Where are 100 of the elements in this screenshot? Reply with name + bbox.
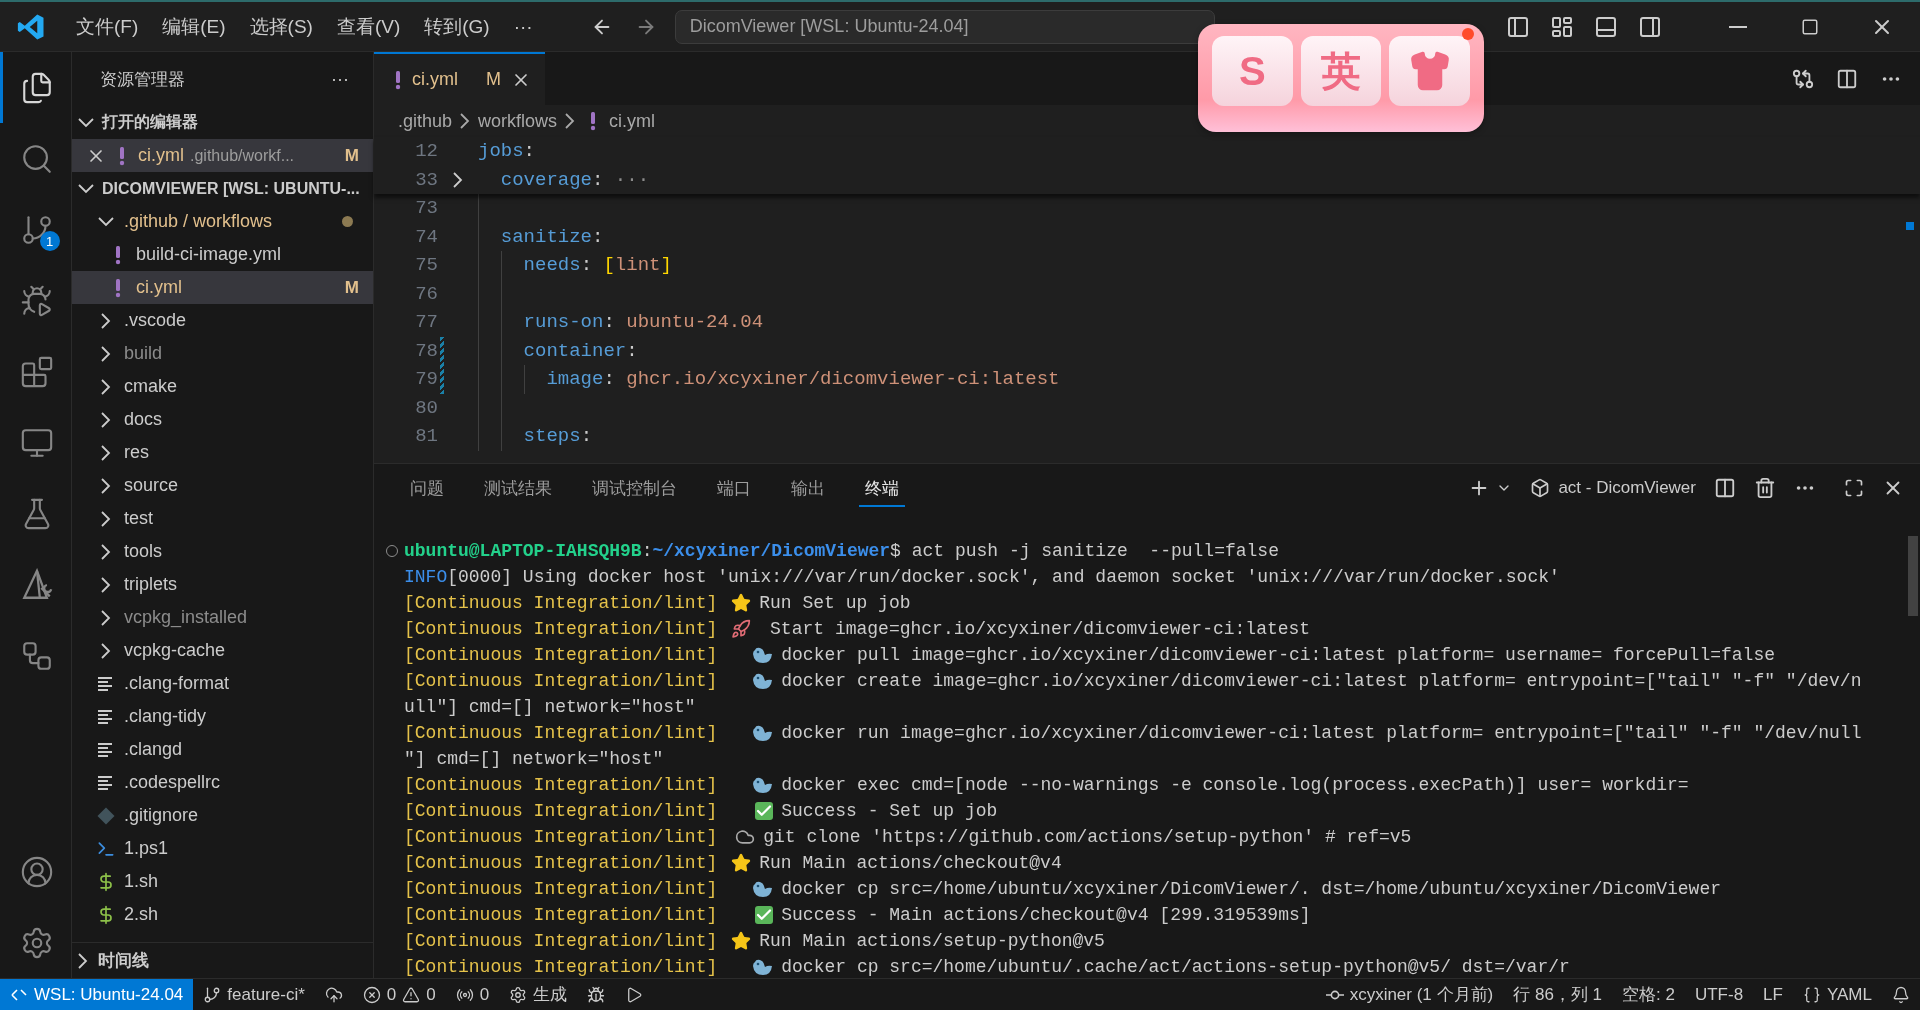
terminal-line: Start image=ghcr.io/xcyxiner/dicomviewer-ci:latest [769,619,1311,639]
star-icon [731,853,752,873]
panel-tab[interactable]: 问题 [404,469,450,507]
line-number: 73 [414,197,438,220]
panel-tab[interactable]: 终端 [859,469,905,507]
sidebar-title: 资源管理器 [100,68,185,91]
breadcrumb-item[interactable]: ci.yml [609,110,656,132]
tree-item[interactable]: triplets [72,568,373,601]
problems-indicator[interactable]: 0 0 [352,979,446,1010]
section-header[interactable]: 打开的编辑器 [72,106,373,139]
fold-chevron-icon[interactable] [453,171,463,188]
menu-item[interactable]: 查看(V) [324,7,413,46]
check-icon [755,802,774,820]
terminal-line: Run Set up job [759,593,911,613]
tree-item[interactable]: 1.sh [72,865,373,898]
shirt-icon [1408,50,1451,92]
panel-tab[interactable]: 测试结果 [478,469,558,507]
terminal-line: docker cp src=/home/ubuntu/.cache/act/actions-setup-python@v5/ dst=/var/r [781,957,1570,977]
compare-icon[interactable] [1792,67,1814,90]
tree-item[interactable]: build-ci-image.yml [72,238,373,271]
file-name: .clang-format [124,673,230,694]
panel-tab[interactable]: 端口 [711,469,757,507]
explorer-icon [20,70,54,105]
branch-indicator[interactable]: feature-ci* [193,979,315,1010]
log-prefix: [Continuous Integration/lint] [404,775,718,795]
file-name: 2.sh [124,904,159,925]
tree-item[interactable]: test [72,502,373,535]
tree-item[interactable]: .gitignore [72,799,373,832]
terminal-name[interactable]: act - DicomViewer [1558,478,1696,498]
menu-item[interactable]: 选择(S) [237,7,325,46]
line-number: 76 [414,282,438,305]
blame-indicator[interactable]: xcyxiner (1 个月前) [1315,979,1504,1010]
maximize-icon[interactable] [1844,478,1864,498]
maximize-icon [1801,17,1819,36]
terminal-line: "] cmd=[] network="host" [404,749,664,769]
tree-item[interactable]: vcpkg-cache [72,634,373,667]
tree-item[interactable]: .github / workflows [72,205,373,238]
tree-item[interactable]: .vscode [72,304,373,337]
remote-indicator[interactable]: WSL: Ubuntu-24.04 [0,979,194,1010]
tree-item[interactable]: .codespellrc [72,766,373,799]
split-terminal-icon[interactable] [1714,477,1736,499]
tree-item[interactable]: .clangd [72,733,373,766]
toolbar-key[interactable] [1389,36,1470,106]
exclamation-icon [118,145,126,166]
branch-icon [203,985,222,1004]
status-item[interactable]: 行 86，列 1 [1503,979,1613,1010]
play-icon [625,985,644,1004]
language-mode[interactable]: YAML [1792,979,1882,1010]
lines-icon [97,675,115,692]
code-line: sanitize: [499,225,604,248]
open-editor-item[interactable]: ci.yml .github/workf... M [72,139,373,172]
tree-item[interactable]: res [72,436,373,469]
breadcrumb-item[interactable]: .github [398,110,453,132]
chevron-down-icon [78,117,94,128]
menu-item[interactable]: ··· [501,9,545,44]
menu-item[interactable]: 编辑(E) [150,7,238,46]
status-item[interactable]: LF [1753,979,1793,1010]
tree-item[interactable]: 2.sh [72,898,373,931]
line-number: 79 [414,368,438,391]
count-badge: 1 [39,231,60,251]
activity-button[interactable]: 1 [0,194,72,265]
editor-tab[interactable]: ci.yml M [374,52,545,105]
file-name: 1.sh [124,871,159,892]
command-center[interactable]: DicomViewer [WSL: Ubuntu-24.04] [674,9,1215,44]
error-icon [362,985,381,1004]
tree-item[interactable]: ci.yml M [72,271,373,304]
lines-icon [97,708,115,725]
status-item[interactable]: UTF-8 [1684,979,1754,1010]
trash-icon[interactable] [1754,477,1776,499]
cloud-upload-icon [324,985,343,1004]
file-name: build-ci-image.yml [136,244,282,265]
section-header[interactable]: DICOMVIEWER [WSL: UBUNTU-... [72,172,373,205]
breadcrumb-item[interactable]: workflows [478,110,558,132]
exclamation-icon [394,69,402,90]
tree-item[interactable]: tools [72,535,373,568]
tree-item[interactable]: source [72,469,373,502]
tree-item[interactable]: docs [72,403,373,436]
terminal-line: docker create image=ghcr.io/xcyxiner/dicomviewer-ci:latest platform= entrypoint=["tail" "-f" "/dev/n [781,671,1862,691]
tree-item[interactable]: cmake [72,370,373,403]
tree-item[interactable]: 1.ps1 [72,832,373,865]
tree-item[interactable]: vcpkg_installed [72,601,373,634]
status-item[interactable]: 空格: 2 [1612,979,1685,1010]
line-number: 74 [414,225,438,248]
tree-item[interactable]: build [72,337,373,370]
account-icon [20,854,54,889]
scrollbar-thumb[interactable] [1908,536,1918,616]
tree-item[interactable]: .clang-tidy [72,700,373,733]
build-button[interactable]: 生成 [499,979,578,1010]
ports-indicator[interactable]: 0 [445,979,500,1010]
tree-item[interactable]: .clang-format [72,667,373,700]
split-editor-icon[interactable] [1836,67,1858,90]
run-debug-icon [20,283,54,318]
file-name: vcpkg_installed [124,607,248,628]
menu-item[interactable]: 文件(F) [64,7,151,46]
more-button[interactable]: ··· [325,67,355,91]
file-name: .clang-tidy [124,706,207,727]
menu-item[interactable]: 转到(G) [412,7,502,46]
chevron-down-icon [78,183,94,194]
panel-tab[interactable]: 调试控制台 [586,469,683,507]
panel-tab[interactable]: 输出 [785,469,831,507]
